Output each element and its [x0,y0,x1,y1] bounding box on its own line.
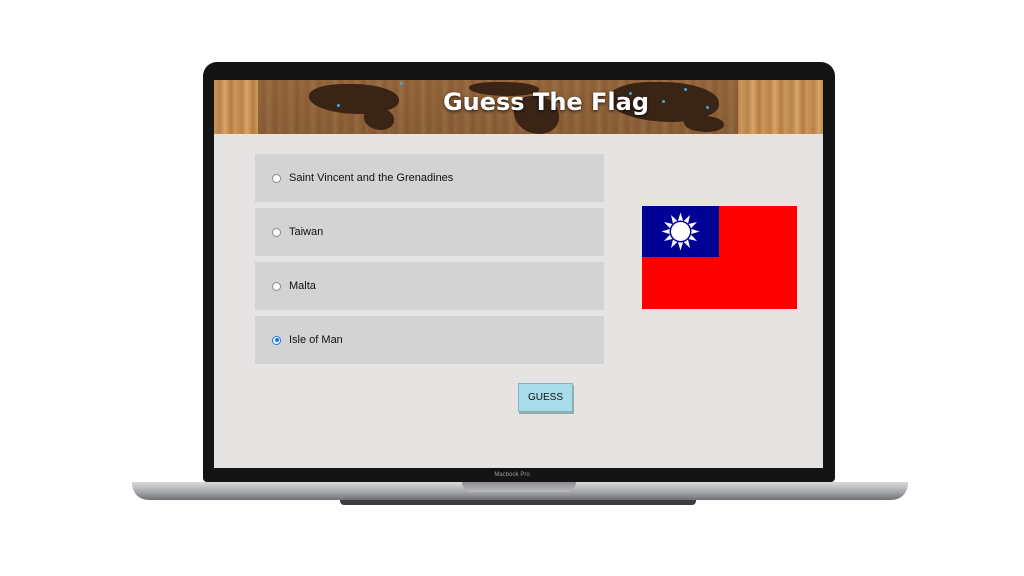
option-saint-vincent[interactable]: Saint Vincent and the Grenadines [255,154,604,202]
laptop-foot [340,500,696,505]
flag-image [642,206,797,309]
radio-button[interactable] [272,281,281,291]
flag-canton [642,206,719,257]
option-label: Isle of Man [289,334,343,346]
laptop-notch [462,482,576,492]
guess-button[interactable]: GUESS [518,383,573,412]
answer-options: Saint Vincent and the Grenadines Taiwan … [255,154,604,370]
option-label: Taiwan [289,226,324,238]
sun-ray [677,241,684,251]
page-title: Guess The Flag [442,88,650,116]
sun-icon [661,212,700,251]
radio-button-selected[interactable] [272,335,281,345]
device-label: Macbook Pro [494,472,530,478]
sun-ray [661,228,671,235]
option-isle-of-man[interactable]: Isle of Man [255,316,604,364]
option-malta[interactable]: Malta [255,262,604,310]
radio-button[interactable] [272,227,281,237]
header-banner: Guess The Flag [214,80,823,134]
option-label: Malta [289,280,316,292]
sun-ray [690,228,700,235]
option-label: Saint Vincent and the Grenadines [289,172,454,184]
sun-ray [677,212,684,222]
radio-button[interactable] [272,173,281,183]
option-taiwan[interactable]: Taiwan [255,208,604,256]
app-screen: Guess The Flag Saint Vincent and the Gre… [214,80,823,468]
